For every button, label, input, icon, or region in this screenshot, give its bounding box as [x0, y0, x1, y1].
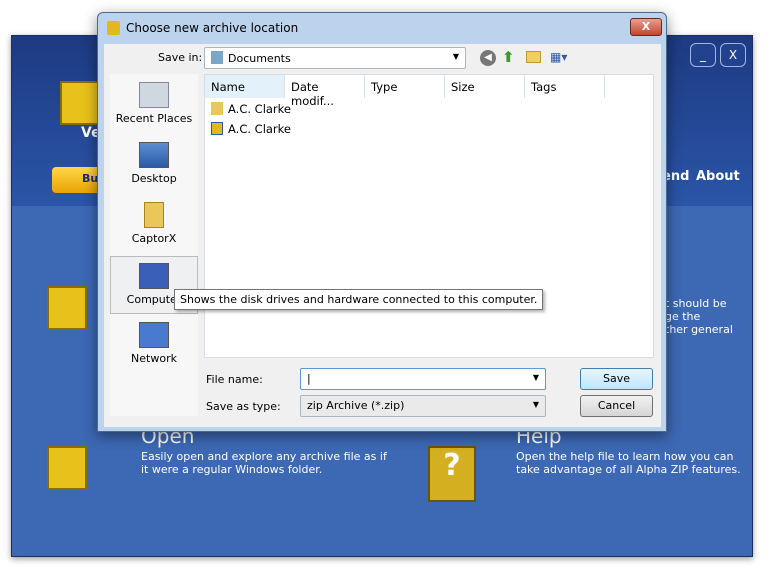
save-button[interactable]: Save	[580, 368, 653, 390]
save-type-label: Save as type:	[206, 400, 281, 413]
minimize-button[interactable]: _	[690, 43, 716, 67]
folder-icon	[211, 102, 223, 115]
computer-icon	[139, 263, 169, 289]
file-name-label: File name:	[206, 373, 263, 386]
cancel-button[interactable]: Cancel	[580, 395, 653, 417]
place-desktop[interactable]: Desktop	[110, 136, 198, 194]
file-list: Name Date modif... Type Size Tags A.C. C…	[204, 74, 654, 358]
up-folder-icon[interactable]: ⬆	[502, 48, 515, 66]
column-header-type[interactable]: Type	[365, 75, 445, 98]
column-header-name[interactable]: Name	[205, 75, 285, 98]
documents-icon	[211, 51, 223, 64]
network-icon	[139, 322, 169, 348]
column-header-size[interactable]: Size	[445, 75, 525, 98]
folder-icon	[144, 202, 164, 228]
dialog-close-button[interactable]: X	[630, 18, 662, 36]
chevron-down-icon: ▼	[452, 52, 459, 61]
column-header-tags[interactable]: Tags	[525, 75, 605, 98]
extract-box-icon	[47, 286, 87, 330]
desktop-icon	[139, 142, 169, 168]
save-dialog: Choose new archive location X Save in: D…	[97, 12, 667, 432]
place-recent-places[interactable]: Recent Places	[110, 76, 198, 134]
file-row[interactable]: A.C. Clarke	[211, 122, 291, 136]
save-in-dropdown[interactable]: Documents ▼	[204, 47, 466, 69]
new-folder-icon[interactable]	[526, 51, 541, 63]
dialog-title: Choose new archive location	[126, 21, 299, 35]
alphazip-icon	[211, 122, 223, 135]
save-in-label: Save in:	[158, 51, 203, 64]
tooltip: Shows the disk drives and hardware conne…	[174, 289, 544, 310]
file-row[interactable]: A.C. Clarke	[211, 102, 291, 116]
close-button[interactable]: X	[720, 43, 746, 67]
help-book-icon: ?	[428, 446, 476, 502]
views-menu-icon[interactable]: ▦▾	[550, 50, 567, 64]
column-header-date[interactable]: Date modif...	[285, 75, 365, 108]
nav-item-about[interactable]: About	[696, 169, 740, 184]
places-bar: Recent Places Desktop CaptorX Computer N…	[110, 74, 198, 416]
place-captorx[interactable]: CaptorX	[110, 196, 198, 254]
dialog-body: Save in: Documents ▼ ◀ ⬆ ▦▾ Recent Places…	[104, 44, 661, 427]
recent-places-icon	[139, 82, 169, 108]
alphazip-icon	[107, 21, 120, 35]
open-desc: Easily open and explore any archive file…	[141, 450, 387, 476]
help-desc: Open the help file to learn how you can …	[516, 450, 741, 476]
back-icon[interactable]: ◀	[480, 50, 496, 66]
file-name-input[interactable]: | ▼	[300, 368, 546, 390]
save-type-select[interactable]: zip Archive (*.zip) ▼	[300, 395, 546, 417]
logo-box-icon	[60, 81, 100, 125]
open-box-icon	[47, 446, 87, 490]
feature-desc-partial: t should be ge the ther general	[665, 297, 733, 336]
place-network[interactable]: Network	[110, 316, 198, 374]
